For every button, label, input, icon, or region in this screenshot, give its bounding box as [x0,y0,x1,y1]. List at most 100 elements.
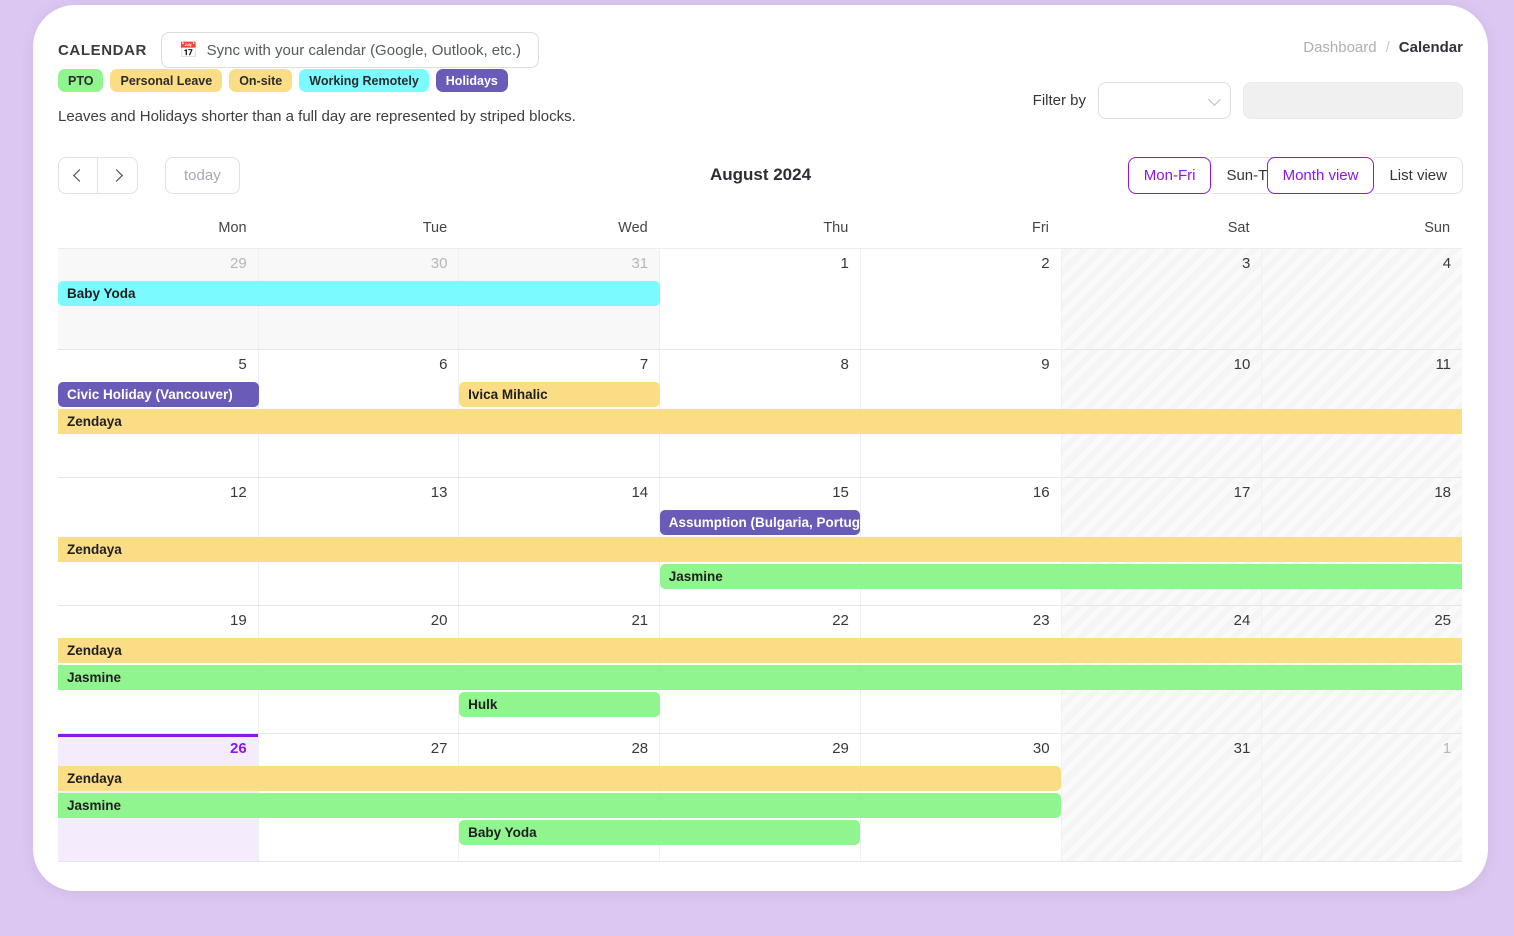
calendar-event-title: Hulk [468,697,498,712]
calendar-event[interactable]: Baby Yoda [58,281,660,306]
event-row: Assumption (Bulgaria, Portugal, Austria) [58,510,1462,537]
legend-pill-label: Personal Leave [120,73,213,88]
calendar-event[interactable]: Ivica Mihalic [459,382,660,407]
filter-value-input[interactable] [1243,82,1463,119]
day-number: 31 [1233,740,1251,757]
day-number: 11 [1435,356,1452,373]
event-row: Baby Yoda [58,820,1462,847]
legend: PTO Personal Leave On-site Working Remotely… [58,69,508,92]
legend-pill-label: Working Remotely [309,73,419,88]
legend-pill-on-site[interactable]: On-site [229,69,293,92]
legend-pill-working-remotely[interactable]: Working Remotely [299,69,429,92]
calendar-event-title: Civic Holiday (Vancouver) [67,387,233,402]
calendar-event[interactable]: Jasmine [58,793,1061,818]
day-number: 9 [1041,356,1050,373]
calendar-event[interactable]: Civic Holiday (Vancouver) [58,382,259,407]
event-row: Jasmine [58,564,1462,591]
day-header-sun: Sun [1424,220,1451,236]
calendar-event-title: Assumption (Bulgaria, Portugal, Austria) [668,515,861,530]
calendar-week: 29 30 31 1 2 3 4 Baby Yoda [58,249,1463,350]
day-number: 8 [840,356,849,373]
breadcrumb-calendar: Calendar [1398,39,1463,56]
calendar-grid: Mon Tue Wed Thu Fri Sat Sun 29 30 31 1 2 3 4 Baby Yod… [58,220,1463,862]
sync-calendar-button[interactable]: 📅 Sync with your calendar (Google, Outlo… [160,32,539,68]
day-number: 21 [631,612,649,629]
calendar-event[interactable]: Zendaya [58,409,1462,434]
legend-pill-pto[interactable]: PTO [58,69,104,92]
calendar-event[interactable]: Assumption (Bulgaria, Portugal, Austria) [659,510,861,535]
calendar-event[interactable]: Jasmine [58,665,1462,690]
calendar-event[interactable]: Baby Yoda [459,820,861,845]
day-number: 23 [1032,612,1050,629]
calendar-event-title: Jasmine [668,569,723,584]
weekday-mode-mon-fri[interactable]: Mon-Fri [1127,157,1212,194]
day-number: 26 [230,740,247,757]
event-layer: Assumption (Bulgaria, Portugal, Austria)… [58,510,1462,591]
legend-pill-label: PTO [68,73,94,88]
day-number: 30 [430,255,448,272]
legend-note: Leaves and Holidays shorter than a full … [58,108,576,125]
day-number: 3 [1241,255,1251,272]
calendar-toolbar: today August 2024 Mon-Fri Sun-Thu Month v… [58,157,1463,197]
event-row: Baby Yoda [58,281,1462,308]
calendar-weeks: 29 30 31 1 2 3 4 Baby Yoda 5 6 7 8 9 10 11 Civic Holida… [58,248,1463,862]
calendar-week: 12 13 14 15 16 17 18 Assumption (Bulgaria, Port… [58,478,1463,606]
view-mode-list-view[interactable]: List view [1374,157,1463,194]
calendar-event-title: Zendaya [67,643,122,658]
filter-label: Filter by [1032,92,1086,109]
day-number: 14 [631,484,649,501]
day-number: 24 [1233,612,1251,629]
day-number: 25 [1434,612,1452,629]
legend-pill-holidays[interactable]: Holidays [435,69,508,92]
legend-pill-personal-leave[interactable]: Personal Leave [110,69,223,92]
day-number: 16 [1032,484,1050,501]
calendar-event[interactable]: Zendaya [58,638,1462,663]
day-number: 30 [1032,740,1050,757]
calendar-event-title: Baby Yoda [67,286,136,301]
filter-controls: Filter by [1033,82,1463,119]
event-row: Jasmine [58,793,1462,820]
breadcrumb-separator: / [1385,39,1390,56]
calendar-event[interactable]: Zendaya [58,537,1462,562]
calendar-event[interactable]: Zendaya [58,766,1061,791]
day-number: 29 [230,255,247,272]
event-row: Zendaya [58,638,1462,665]
day-number: 19 [230,612,247,629]
legend-pill-label: On-site [239,73,283,88]
breadcrumb: Dashboard / Calendar [1303,39,1463,56]
day-header-wed: Wed [618,220,648,236]
calendar-week: 5 6 7 8 9 10 11 Civic Holiday (Vancouver) Ivica … [58,350,1463,478]
event-layer: Zendaya Jasmine Baby Yoda [58,766,1462,847]
sync-calendar-label: Sync with your calendar (Google, Outlook… [206,41,521,59]
calendar-event-title: Zendaya [67,771,122,786]
calendar-event[interactable]: Hulk [459,692,660,717]
event-layer: Zendaya Jasmine Hulk [58,638,1462,719]
day-header-mon: Mon [218,220,247,236]
filter-type-select[interactable] [1098,82,1231,119]
calendar-card: CALENDAR 📅 Sync with your calendar (Goog… [33,5,1488,891]
view-mode-toggle: Month view List view [1266,157,1463,194]
day-number: 18 [1434,484,1452,501]
breadcrumb-dashboard[interactable]: Dashboard [1303,39,1376,56]
page-header: CALENDAR 📅 Sync with your calendar (Goog… [58,32,539,68]
calendar-week: 26 27 28 29 30 31 1 Zendaya Jasmine Baby Yoda [58,734,1463,862]
calendar-event-title: Jasmine [67,798,122,813]
day-of-week-header: Mon Tue Wed Thu Fri Sat Sun [58,220,1462,248]
day-number: 13 [430,484,448,501]
day-header-thu: Thu [823,220,849,236]
page-title: CALENDAR [58,41,147,59]
day-number: 4 [1442,255,1452,272]
day-number: 1 [840,255,849,272]
event-row: Civic Holiday (Vancouver) Ivica Mihalic [58,382,1462,409]
view-mode-month-view[interactable]: Month view [1266,157,1375,194]
calendar-week: 19 20 21 22 23 24 25 Zendaya Jasmine Hulk [58,606,1463,734]
calendar-event-title: Ivica Mihalic [468,387,548,402]
calendar-event[interactable]: Jasmine [659,564,1462,589]
day-number: 22 [832,612,849,629]
calendar-event-title: Baby Yoda [468,825,537,840]
day-number: 12 [230,484,247,501]
calendar-event-title: Zendaya [67,414,122,429]
day-number: 29 [832,740,849,757]
day-number: 20 [430,612,448,629]
day-number: 5 [238,356,247,373]
